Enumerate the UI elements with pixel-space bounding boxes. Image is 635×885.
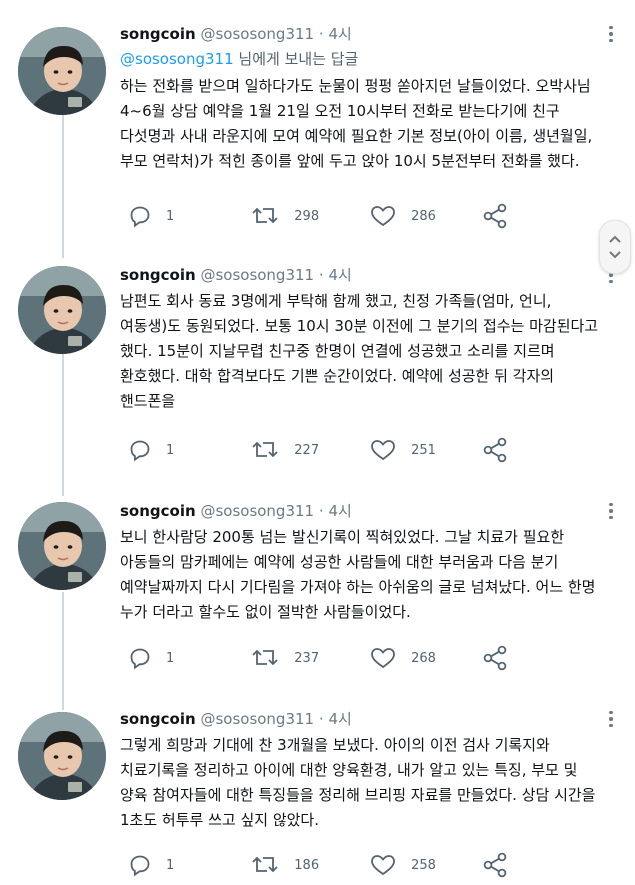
separator: · — [318, 710, 324, 728]
user-handle[interactable]: @sososong311 — [200, 502, 314, 520]
comment-bubble-icon — [130, 648, 150, 670]
timestamp[interactable]: 4시 — [328, 502, 351, 520]
like-count: 258 — [411, 857, 436, 873]
avatar[interactable] — [18, 502, 106, 590]
reply-context: @sososong311 님에게 보내는 답글 — [120, 48, 607, 70]
share-button[interactable] — [482, 852, 510, 878]
chevron-down-icon — [609, 251, 621, 259]
reply-button[interactable]: 1 — [128, 853, 174, 877]
like-count: 251 — [411, 442, 436, 458]
more-vertical-icon[interactable] — [601, 22, 621, 46]
share-button[interactable] — [482, 203, 510, 229]
avatar-photo — [18, 266, 106, 354]
reply-mention-link[interactable]: @sososong311 — [120, 50, 234, 68]
like-button[interactable]: 258 — [369, 853, 436, 877]
more-vertical-icon[interactable] — [601, 707, 621, 731]
tweet-text: 그렇게 희망과 기대에 찬 3개월을 보냈다. 아이의 이전 검사 기록지와 치… — [120, 736, 596, 829]
reply-count: 1 — [166, 857, 175, 873]
separator: · — [318, 266, 324, 284]
tweet-actions: 1 298 286 — [128, 200, 510, 232]
display-name[interactable]: songcoin — [120, 25, 196, 43]
retweet-count: 186 — [294, 857, 320, 873]
avatar[interactable] — [18, 266, 106, 354]
reply-button[interactable]: 1 — [128, 204, 174, 228]
share-nodes-icon — [483, 203, 507, 229]
timestamp[interactable]: 4시 — [328, 710, 351, 728]
comment-bubble-icon — [130, 855, 150, 877]
like-count: 286 — [411, 208, 436, 224]
tweet-header: songcoin @sososong311 · 4시 — [120, 709, 607, 729]
like-count: 268 — [411, 650, 436, 666]
tweet-actions: 1 237 268 — [128, 642, 510, 674]
heart-icon — [371, 855, 396, 876]
retweet-count: 298 — [294, 208, 320, 224]
tweet-text: 남편도 회사 동료 3명에게 부탁해 함께 했고, 친정 가족들(엄마, 언니,… — [120, 292, 599, 410]
tweet[interactable]: songcoin @sososong311 · 4시 그렇게 희망과 기대에 찬… — [0, 692, 635, 885]
retweet-button[interactable]: 186 — [250, 853, 319, 877]
retweet-button[interactable]: 237 — [250, 646, 319, 670]
avatar-photo — [18, 27, 106, 115]
tweet-text: 하는 전화를 받으며 일하다가도 눈물이 펑펑 쏟아지던 날들이었다. 오박사님… — [120, 77, 593, 170]
share-nodes-icon — [483, 437, 507, 463]
retweet-arrows-icon — [252, 856, 278, 873]
display-name[interactable]: songcoin — [120, 502, 196, 520]
retweet-arrows-icon — [252, 649, 278, 666]
display-name[interactable]: songcoin — [120, 266, 196, 284]
retweet-button[interactable]: 298 — [250, 204, 319, 228]
timestamp[interactable]: 4시 — [328, 25, 351, 43]
timestamp[interactable]: 4시 — [328, 266, 351, 284]
tweet[interactable]: songcoin @sososong311 · 4시 보니 한사람당 200통 … — [0, 486, 635, 692]
tweet[interactable]: songcoin @sososong311 · 4시 남편도 회사 동료 3명에… — [0, 250, 635, 486]
tweet-actions: 1 186 258 — [128, 849, 510, 881]
share-nodes-icon — [483, 645, 507, 671]
tweet-text: 보니 한사람당 200통 넘는 발신기록이 찍혀있었다. 그날 치료가 필요한 … — [120, 528, 596, 621]
chevron-up-icon — [609, 235, 621, 243]
user-handle[interactable]: @sososong311 — [200, 25, 314, 43]
share-nodes-icon — [483, 852, 507, 878]
share-button[interactable] — [482, 437, 510, 463]
reply-count: 1 — [166, 650, 175, 666]
retweet-arrows-icon — [252, 441, 278, 458]
retweet-button[interactable]: 227 — [250, 438, 319, 462]
reply-button[interactable]: 1 — [128, 438, 174, 462]
avatar[interactable] — [18, 712, 106, 800]
heart-icon — [371, 440, 396, 461]
tweet-actions: 1 227 251 — [128, 434, 510, 466]
fast-scroll-handle[interactable] — [599, 220, 631, 274]
more-vertical-icon[interactable] — [601, 499, 621, 523]
retweet-arrows-icon — [252, 207, 278, 224]
comment-bubble-icon — [130, 206, 150, 228]
reply-context-text: 님에게 보내는 답글 — [233, 50, 359, 68]
tweet-header: songcoin @sososong311 · 4시 — [120, 265, 607, 285]
tweet-header: songcoin @sososong311 · 4시 — [120, 24, 607, 44]
like-button[interactable]: 286 — [369, 204, 436, 228]
heart-icon — [371, 206, 396, 227]
tweet[interactable]: songcoin @sososong311 · 4시 @sososong311 … — [0, 0, 635, 250]
reply-count: 1 — [166, 208, 175, 224]
like-button[interactable]: 251 — [369, 438, 436, 462]
avatar-photo — [18, 502, 106, 590]
separator: · — [318, 25, 324, 43]
tweet-header: songcoin @sososong311 · 4시 — [120, 501, 607, 521]
heart-icon — [371, 648, 396, 669]
reply-count: 1 — [166, 442, 175, 458]
like-button[interactable]: 268 — [369, 646, 436, 670]
avatar[interactable] — [18, 27, 106, 115]
retweet-count: 237 — [294, 650, 320, 666]
user-handle[interactable]: @sososong311 — [200, 266, 314, 284]
user-handle[interactable]: @sososong311 — [200, 710, 314, 728]
separator: · — [318, 502, 324, 520]
comment-bubble-icon — [130, 440, 150, 462]
share-button[interactable] — [482, 645, 510, 671]
retweet-count: 227 — [294, 442, 320, 458]
reply-button[interactable]: 1 — [128, 646, 174, 670]
avatar-photo — [18, 712, 106, 800]
display-name[interactable]: songcoin — [120, 710, 196, 728]
